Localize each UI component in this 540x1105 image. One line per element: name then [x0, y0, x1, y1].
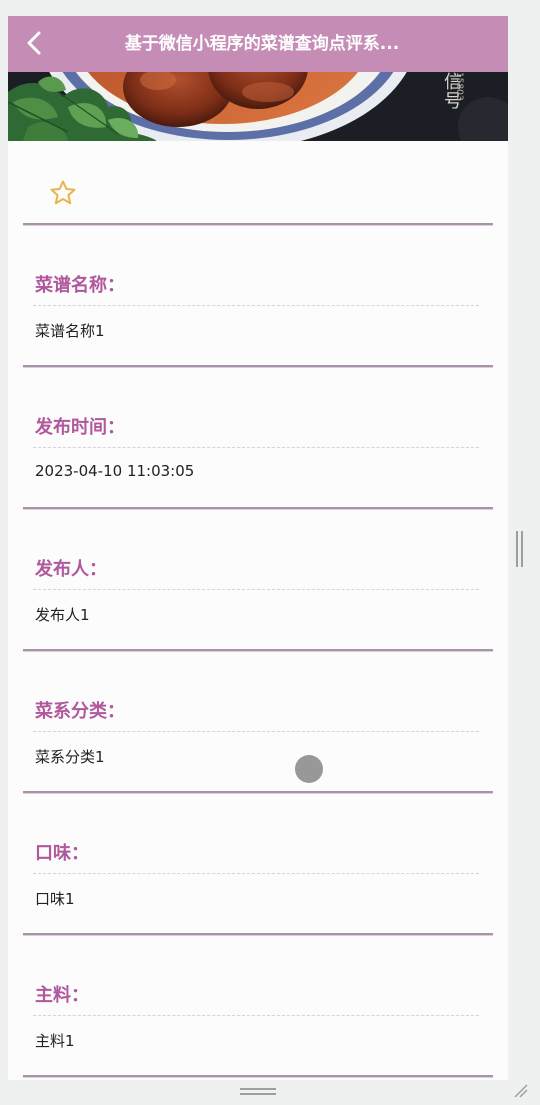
- field-value: 口味1: [35, 890, 75, 908]
- star-outline-icon[interactable]: [49, 179, 77, 207]
- field-publisher: 发布人： 发布人1: [23, 509, 493, 651]
- chevron-left-icon[interactable]: [22, 30, 48, 56]
- banner-vertical-number: 15803: [454, 72, 464, 101]
- field-value: 菜系分类1: [35, 748, 105, 766]
- recipe-banner-image: 信号 15803: [8, 72, 508, 141]
- field-cuisine-category: 菜系分类： 菜系分类1: [23, 651, 493, 793]
- page-title: 基于微信小程序的菜谱查询点评系...: [124, 34, 400, 54]
- field-value: 主料1: [35, 1032, 75, 1050]
- dashed-divider: [33, 873, 479, 874]
- field-flavor: 口味： 口味1: [23, 793, 493, 935]
- dashed-divider: [33, 305, 479, 306]
- touch-cursor-indicator: [295, 755, 323, 783]
- field-recipe-name: 菜谱名称： 菜谱名称1: [23, 225, 493, 367]
- field-value: 发布人1: [35, 606, 90, 624]
- field-value: 2023-04-10 11:03:05: [35, 462, 195, 480]
- field-label: 主料：: [35, 985, 89, 1006]
- field-label: 菜谱名称：: [35, 275, 125, 296]
- field-label: 发布人：: [35, 559, 107, 580]
- navigation-bar: 基于微信小程序的菜谱查询点评系...: [8, 16, 508, 72]
- field-value: 菜谱名称1: [35, 322, 105, 340]
- dashed-divider: [33, 447, 479, 448]
- field-label: 菜系分类：: [35, 701, 125, 722]
- vertical-resize-handle[interactable]: [516, 531, 524, 567]
- recipe-detail-list: 菜谱名称： 菜谱名称1 发布时间： 2023-04-10 11:03:05 发布…: [23, 141, 493, 1077]
- dashed-divider: [33, 1015, 479, 1016]
- dashed-divider: [33, 589, 479, 590]
- field-label: 发布时间：: [35, 417, 125, 438]
- field-publish-time: 发布时间： 2023-04-10 11:03:05: [23, 367, 493, 509]
- phone-screen: 基于微信小程序的菜谱查询点评系... 信号 15803 菜谱名称： 菜谱名称1 …: [8, 16, 508, 1080]
- dashed-divider: [33, 731, 479, 732]
- favorite-row: [23, 141, 493, 225]
- resize-grip-icon[interactable]: [512, 1082, 528, 1098]
- field-main-ingredient: 主料： 主料1: [23, 935, 493, 1077]
- horizontal-resize-handle[interactable]: [240, 1088, 276, 1096]
- field-label: 口味：: [35, 843, 89, 864]
